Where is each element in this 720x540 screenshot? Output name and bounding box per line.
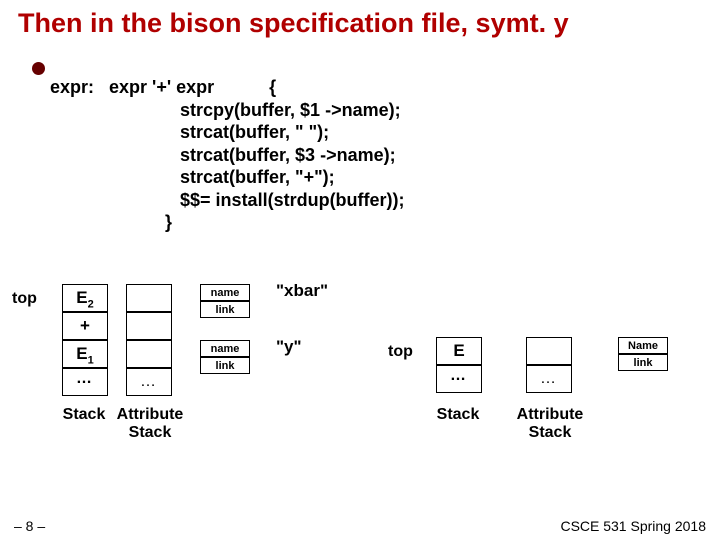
code-l1: expr: expr '+' expr { — [50, 77, 276, 97]
left-stack-cell-dots: … — [62, 368, 108, 396]
code-l6: $$= install(strdup(buffer)); — [50, 190, 405, 210]
left-attr-cell-1 — [126, 312, 172, 340]
sub: 1 — [88, 354, 94, 366]
left-rec2-name: name — [200, 340, 250, 357]
left-stack-label: Stack — [54, 406, 114, 424]
bullet-icon — [32, 62, 45, 75]
left-stack-cell-e1: E1 — [62, 340, 108, 368]
left-stack-cell-plus: + — [62, 312, 108, 340]
code-l4: strcat(buffer, $3 ->name); — [50, 145, 396, 165]
code-l3: strcat(buffer, " "); — [50, 122, 329, 142]
left-top-label: top — [12, 290, 37, 308]
left-rec1-val: "xbar" — [276, 281, 328, 301]
code-l5: strcat(buffer, "+"); — [50, 167, 335, 187]
footer-page: – 8 – — [14, 518, 45, 534]
right-stack-label: Stack — [428, 406, 488, 424]
footer-course: CSCE 531 Spring 2018 — [560, 518, 706, 534]
left-attr-label: Attribute Stack — [110, 406, 190, 442]
left-rec1-name: name — [200, 284, 250, 301]
sub: 2 — [88, 298, 94, 310]
right-top-label: top — [388, 343, 413, 361]
txt: E — [76, 344, 87, 363]
code-l7: } — [50, 212, 172, 232]
right-attr-label: Attribute Stack — [510, 406, 590, 442]
right-rec-link: link — [618, 354, 668, 371]
left-attr-cell-0 — [126, 284, 172, 312]
left-attr-cell-2 — [126, 340, 172, 368]
code-block: expr: expr '+' expr { strcpy(buffer, $1 … — [50, 76, 405, 234]
code-l2: strcpy(buffer, $1 ->name); — [50, 100, 401, 120]
slide-title: Then in the bison specification file, sy… — [18, 8, 569, 39]
left-stack-cell-e2: E2 — [62, 284, 108, 312]
left-rec2-val: "y" — [276, 337, 302, 357]
right-attr-cell-dots: … — [526, 365, 572, 393]
left-rec2-link: link — [200, 357, 250, 374]
left-rec1-link: link — [200, 301, 250, 318]
txt: E — [76, 288, 87, 307]
left-attr-cell-dots: … — [126, 368, 172, 396]
right-stack-cell-e: E — [436, 337, 482, 365]
right-rec-name: Name — [618, 337, 668, 354]
right-stack-cell-dots: … — [436, 365, 482, 393]
right-attr-cell-0 — [526, 337, 572, 365]
